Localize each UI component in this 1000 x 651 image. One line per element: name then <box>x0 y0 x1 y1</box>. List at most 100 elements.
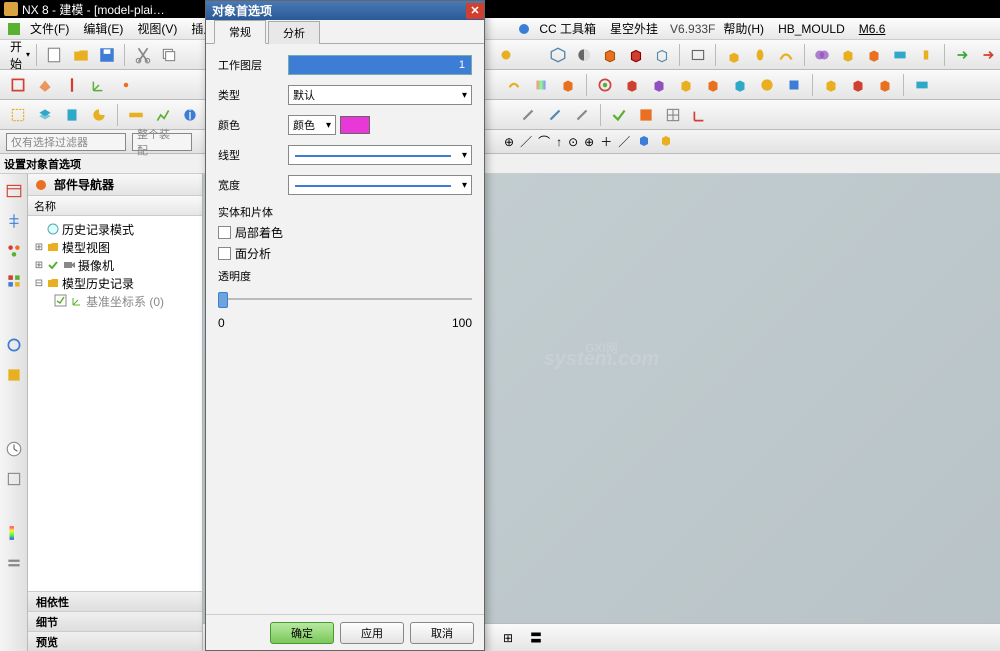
feature-10-icon[interactable] <box>755 73 779 97</box>
copy-icon[interactable] <box>157 43 180 67</box>
feature-7-icon[interactable] <box>674 73 698 97</box>
feature-14-icon[interactable] <box>873 73 897 97</box>
tree-node-camera[interactable]: ⊞ 摄像机 <box>30 256 200 274</box>
close-icon[interactable]: ✕ <box>466 3 484 19</box>
feature-5-icon[interactable] <box>620 73 644 97</box>
menu-hb-mould[interactable]: HB_MOULD <box>772 20 851 38</box>
transparency-slider[interactable] <box>218 290 472 310</box>
light-icon[interactable] <box>494 43 517 67</box>
snap-7-icon[interactable]: ＋ <box>600 133 612 150</box>
menu-view[interactable]: 视图(V) <box>131 18 183 39</box>
shade-icon[interactable] <box>572 43 595 67</box>
partial-shading-checkbox[interactable]: 局部着色 <box>218 224 472 241</box>
rect-icon[interactable] <box>686 43 709 67</box>
new-file-icon[interactable] <box>43 43 66 67</box>
ok-button[interactable]: 确定 <box>270 622 334 644</box>
trim-icon[interactable] <box>889 43 912 67</box>
snap-5-icon[interactable]: ⊙ <box>568 135 578 149</box>
vbar-assembly-icon[interactable] <box>3 238 25 264</box>
brush-3-icon[interactable] <box>570 103 594 127</box>
cut-icon[interactable] <box>131 43 154 67</box>
vbar-history-icon[interactable] <box>3 208 25 234</box>
brush-2-icon[interactable] <box>543 103 567 127</box>
snap-2-icon[interactable]: ／ <box>520 133 532 150</box>
cancel-button[interactable]: 取消 <box>410 622 474 644</box>
menu-file[interactable]: 文件(F) <box>24 18 75 39</box>
menu-edit[interactable]: 编辑(E) <box>77 18 129 39</box>
intersect-icon[interactable] <box>863 43 886 67</box>
vbar-internet-icon[interactable] <box>3 332 25 358</box>
sweep-icon[interactable] <box>775 43 798 67</box>
measure-icon[interactable] <box>124 103 148 127</box>
snap-8-icon[interactable]: ／ <box>618 133 630 150</box>
vbar-properties-icon[interactable] <box>3 466 25 492</box>
tab-general[interactable]: 常规 <box>214 20 266 44</box>
list-icon[interactable] <box>634 103 658 127</box>
face-analysis-checkbox[interactable]: 面分析 <box>218 245 472 262</box>
datum-csys-icon[interactable] <box>87 73 111 97</box>
vbar-settings-icon[interactable] <box>3 550 25 576</box>
line-type-combo[interactable] <box>288 145 472 165</box>
footer-preview[interactable]: 预览 <box>28 631 202 651</box>
box-icon[interactable] <box>598 43 621 67</box>
save-icon[interactable] <box>95 43 118 67</box>
menu-m66[interactable]: M6.6 <box>853 20 892 38</box>
point-icon[interactable] <box>114 73 138 97</box>
info-icon[interactable]: i <box>178 103 202 127</box>
type-combo[interactable]: 默认 <box>288 85 472 105</box>
work-layer-input[interactable]: 1 <box>288 55 472 75</box>
arrow2-icon[interactable] <box>977 43 1000 67</box>
tree-node-model-view[interactable]: ⊞ 模型视图 <box>30 238 200 256</box>
select-icon[interactable] <box>6 103 30 127</box>
open-file-icon[interactable] <box>69 43 92 67</box>
width-combo[interactable] <box>288 175 472 195</box>
snap-1-icon[interactable]: ⊕ <box>504 135 514 149</box>
datum-plane-icon[interactable] <box>33 73 57 97</box>
vbar-color-icon[interactable] <box>3 520 25 546</box>
render-icon[interactable] <box>624 43 647 67</box>
moon-icon[interactable] <box>520 43 543 67</box>
vbar-clock-icon[interactable] <box>3 436 25 462</box>
feature-12-icon[interactable] <box>819 73 843 97</box>
bottom-icon-12[interactable]: 〓 <box>524 627 548 649</box>
snap-6-icon[interactable]: ⊕ <box>584 135 594 149</box>
book-icon[interactable] <box>60 103 84 127</box>
sketch-icon[interactable] <box>6 73 30 97</box>
layer-icon[interactable] <box>33 103 57 127</box>
tree-node-model-history[interactable]: ⊟ 模型历史记录 <box>30 274 200 292</box>
menu-plugin[interactable]: 星空外挂 <box>604 18 664 39</box>
feature-6-icon[interactable] <box>647 73 671 97</box>
navigator-tree[interactable]: 历史记录模式 ⊞ 模型视图 ⊞ 摄像机 ⊟ 模型历史记录 基准坐标系 <box>28 216 202 591</box>
vbar-navigator-icon[interactable] <box>3 178 25 204</box>
menu-help[interactable]: 帮助(H) <box>717 18 770 39</box>
bottom-icon-11[interactable]: ⊞ <box>496 627 520 649</box>
footer-dependence[interactable]: 相依性 <box>28 591 202 611</box>
snap-3-icon[interactable]: ⌒ <box>538 133 550 150</box>
navigator-column-header[interactable]: 名称 <box>28 196 202 216</box>
feature-4-icon[interactable] <box>593 73 617 97</box>
snap-10-icon[interactable] <box>658 132 674 151</box>
feature-1-icon[interactable] <box>502 73 526 97</box>
revolve-icon[interactable] <box>748 43 771 67</box>
brush-1-icon[interactable] <box>516 103 540 127</box>
analyze-icon[interactable] <box>151 103 175 127</box>
wireframe-icon[interactable] <box>650 43 673 67</box>
arrow-icon[interactable] <box>951 43 974 67</box>
color-swatch[interactable] <box>340 116 370 134</box>
subtract-icon[interactable] <box>837 43 860 67</box>
feature-8-icon[interactable] <box>701 73 725 97</box>
feature-3-icon[interactable] <box>556 73 580 97</box>
checkbox-icon[interactable] <box>54 294 68 308</box>
selection-filter-combo[interactable]: 仅有选择过滤器 <box>6 133 126 151</box>
more-tools-icon[interactable] <box>915 43 938 67</box>
feature-9-icon[interactable] <box>728 73 752 97</box>
scope-combo[interactable]: 整个装配 <box>132 133 192 151</box>
feature-11-icon[interactable] <box>782 73 806 97</box>
snap-4-icon[interactable]: ↑ <box>556 135 562 149</box>
feature-2-icon[interactable] <box>529 73 553 97</box>
snap-9-icon[interactable] <box>636 132 652 151</box>
tab-analysis[interactable]: 分析 <box>268 21 320 44</box>
datum-axis-icon[interactable] <box>60 73 84 97</box>
footer-detail[interactable]: 细节 <box>28 611 202 631</box>
palette-icon[interactable] <box>87 103 111 127</box>
